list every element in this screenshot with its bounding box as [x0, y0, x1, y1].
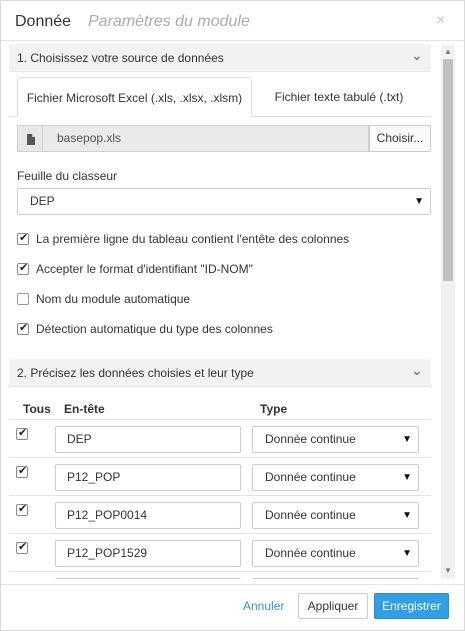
checkbox-header-row[interactable]: La première ligne du tableau contient l'…	[17, 230, 431, 248]
section-source-header[interactable]: 1. Choisissez votre source de données ⌄	[9, 44, 431, 72]
scroll-down-icon[interactable]: ▼	[444, 566, 452, 575]
checkbox[interactable]	[17, 321, 29, 335]
caret-down-icon: ▼	[402, 510, 412, 521]
table-row: P12_POP1529 Donnée continue ▼	[9, 533, 431, 571]
row-checkbox[interactable]	[16, 426, 28, 440]
file-name: basepop.xls	[42, 125, 369, 152]
checkbox[interactable]	[17, 231, 29, 245]
cancel-button[interactable]: Annuler	[243, 599, 284, 613]
apply-button[interactable]: Appliquer	[298, 593, 368, 619]
checkbox-auto-type[interactable]: Détection automatique du type des colonn…	[17, 320, 431, 338]
file-icon	[17, 125, 42, 152]
section-source-label: 1. Choisissez votre source de données	[17, 51, 224, 65]
tab-text[interactable]: Fichier texte tabulé (.txt)	[255, 77, 423, 117]
checkbox-label: Nom du module automatique	[36, 292, 191, 306]
column-type-select[interactable]: Donnée continue ▼	[252, 540, 419, 567]
checkbox[interactable]	[17, 261, 29, 275]
save-button[interactable]: Enregistrer	[374, 593, 449, 619]
module-dialog: Donnée Paramètres du module × 1. Choisis…	[0, 0, 465, 631]
column-type-select[interactable]	[252, 578, 419, 579]
row-checkbox[interactable]	[16, 540, 28, 554]
dialog-subtitle: Paramètres du module	[88, 13, 250, 30]
column-header-all: Tous	[23, 402, 51, 416]
column-name-input[interactable]	[55, 578, 241, 579]
sheet-select-value: DEP	[30, 194, 55, 208]
column-name-input[interactable]: P12_POP	[55, 464, 241, 491]
checkbox-label: Détection automatique du type des colonn…	[36, 322, 273, 336]
caret-down-icon: ▼	[402, 548, 412, 559]
chevron-down-icon[interactable]: ⌄	[411, 47, 423, 64]
section-data-header[interactable]: 2. Précisez les données choisies et leur…	[9, 359, 431, 387]
column-type-select[interactable]: Donnée continue ▼	[252, 426, 419, 453]
choose-file-button[interactable]: Choisir...	[369, 125, 431, 152]
file-picker: basepop.xls Choisir...	[17, 125, 431, 152]
column-type-value: Donnée continue	[265, 508, 356, 522]
checkbox-label: Accepter le format d'identifiant "ID-NOM…	[36, 262, 253, 276]
close-icon[interactable]: ×	[436, 12, 445, 30]
column-header-name: En-tête	[64, 402, 105, 416]
column-name-input[interactable]: P12_POP0014	[55, 502, 241, 529]
column-type-select[interactable]: Donnée continue ▼	[252, 502, 419, 529]
column-type-value: Donnée continue	[265, 432, 356, 446]
dialog-footer: Annuler Appliquer Enregistrer	[1, 584, 464, 630]
sheet-label: Feuille du classeur	[17, 169, 118, 183]
column-header-type: Type	[260, 402, 288, 416]
caret-down-icon: ▼	[414, 196, 424, 207]
section-data-label: 2. Précisez les données choisies et leur…	[17, 366, 254, 380]
dialog-header: Donnée Paramètres du module ×	[1, 1, 464, 41]
scroll-up-icon[interactable]: ▲	[444, 47, 452, 56]
column-name-input[interactable]: DEP	[55, 426, 241, 453]
tab-excel[interactable]: Fichier Microsoft Excel (.xls, .xlsx, .x…	[17, 77, 252, 117]
checkbox-auto-name[interactable]: Nom du module automatique	[17, 290, 431, 308]
table-row: P12_POP Donnée continue ▼	[9, 457, 431, 495]
column-type-value: Donnée continue	[265, 546, 356, 560]
column-type-select[interactable]: Donnée continue ▼	[252, 464, 419, 491]
column-type-value: Donnée continue	[265, 470, 356, 484]
dialog-body: 1. Choisissez votre source de données ⌄ …	[9, 41, 431, 579]
vertical-scrollbar[interactable]: ▲ ▼	[441, 45, 455, 579]
dialog-title: Donnée	[15, 13, 72, 30]
source-tabs: Fichier Microsoft Excel (.xls, .xlsx, .x…	[9, 77, 431, 117]
checkbox-id-format[interactable]: Accepter le format d'identifiant "ID-NOM…	[17, 260, 431, 278]
checkbox-label: La première ligne du tableau contient l'…	[36, 232, 350, 246]
caret-down-icon: ▼	[402, 434, 412, 445]
scrollbar-thumb[interactable]	[443, 59, 453, 281]
chevron-down-icon[interactable]: ⌄	[411, 362, 423, 379]
sheet-select[interactable]: DEP ▼	[17, 188, 431, 215]
table-row: P12_POP0014 Donnée continue ▼	[9, 495, 431, 533]
checkbox[interactable]	[17, 293, 29, 305]
row-checkbox[interactable]	[16, 464, 28, 478]
table-row	[9, 571, 431, 579]
row-checkbox[interactable]	[16, 502, 28, 516]
column-name-input[interactable]: P12_POP1529	[55, 540, 241, 567]
caret-down-icon: ▼	[402, 472, 412, 483]
table-row: DEP Donnée continue ▼	[9, 419, 431, 457]
